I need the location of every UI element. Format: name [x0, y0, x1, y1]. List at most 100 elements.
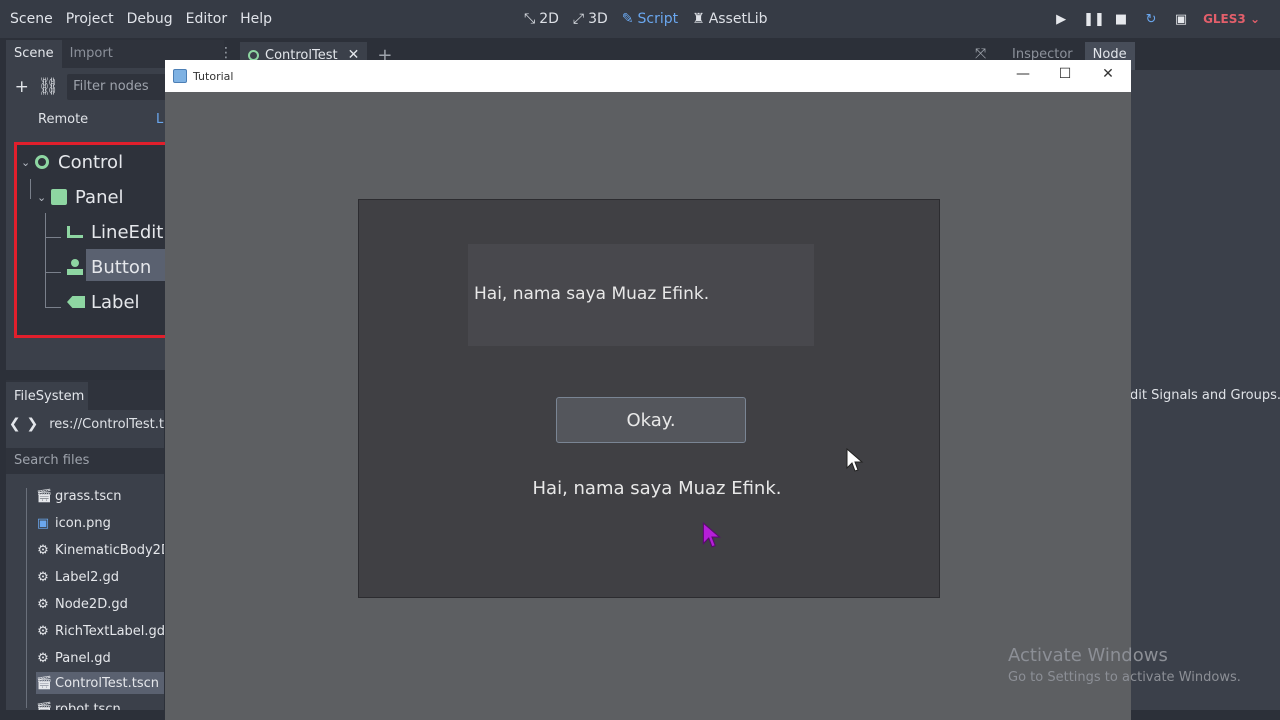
file-item-selected[interactable]: 🎬︎ ControlTest.tscn [36, 672, 164, 694]
search-files-input[interactable]: Search files [6, 448, 164, 474]
file-item[interactable]: ⚙ Label2.gd [36, 566, 119, 588]
watermark-title: Activate Windows [1008, 645, 1168, 666]
tree-guide [45, 237, 61, 238]
tab-filesystem[interactable]: FileSystem [6, 382, 88, 410]
node-dock-hint: dit Signals and Groups. [1130, 388, 1280, 403]
window-titlebar[interactable]: Tutorial — ☐ ✕ [165, 60, 1131, 92]
gear-icon: ⚙ [37, 650, 49, 666]
reload-icon[interactable]: ↻ [1143, 12, 1159, 27]
tree-node-label: Panel [75, 186, 124, 208]
control-node-icon [35, 155, 49, 169]
tab-scene[interactable]: Scene [6, 40, 62, 68]
window-title: Tutorial [193, 69, 234, 83]
remote-tab[interactable]: Remote [38, 112, 88, 127]
stop-icon[interactable]: ■ [1113, 12, 1129, 27]
button-node-icon [67, 259, 83, 275]
workspace-3d-label: 3D [588, 11, 608, 27]
renderer-select[interactable]: GLES3 ⌄ [1203, 12, 1260, 26]
tab-import[interactable]: Import [62, 40, 121, 68]
file-item[interactable]: ⚙ RichTextLabel.gd [36, 620, 164, 642]
line-edit-text: Hai, nama saya Muaz Efink. [474, 284, 710, 304]
file-name: robot.tscn [55, 701, 121, 711]
tree-node-control[interactable]: ⌄ Control [21, 147, 123, 177]
pause-icon[interactable]: ❚❚ [1083, 12, 1105, 27]
tree-node-lineedit[interactable]: LineEdit [67, 217, 163, 247]
add-node-icon[interactable]: + [11, 77, 33, 97]
file-name: Node2D.gd [55, 596, 128, 612]
game-panel: Hai, nama saya Muaz Efink. Okay. Hai, na… [358, 199, 940, 598]
scene-icon: 🎬︎ [36, 675, 53, 691]
workspace-switcher: ⤡ 2D ⤢ 3D ✎ Script ♜ AssetLib [524, 0, 768, 38]
menu-editor[interactable]: Editor [186, 11, 227, 27]
watermark-subtitle: Go to Settings to activate Windows. [1008, 670, 1241, 685]
local-tab[interactable]: L [156, 112, 163, 127]
gear-icon: ⚙ [37, 569, 49, 585]
tree-node-button[interactable]: Button [67, 252, 151, 282]
filesystem-path-bar: ❮ ❯ res://ControlTest.t [6, 416, 164, 432]
file-item[interactable]: 🎬︎ robot.tscn [36, 698, 121, 711]
panel-node-icon [51, 189, 67, 205]
file-name: Label2.gd [55, 569, 119, 585]
file-item[interactable]: ⚙ Panel.gd [36, 647, 111, 669]
tree-guide [26, 488, 27, 708]
movie-icon[interactable]: ▣ [1173, 12, 1189, 27]
activate-windows-watermark: Activate Windows Go to Settings to activ… [1008, 645, 1241, 685]
file-item[interactable]: ▣ icon.png [36, 512, 111, 534]
script-icon: ✎ [621, 11, 634, 27]
menu-project[interactable]: Project [66, 11, 114, 27]
tree-guide [30, 179, 31, 199]
mouse-cursor-icon [846, 448, 864, 472]
workspace-assetlib-button[interactable]: ♜ AssetLib [692, 11, 767, 27]
file-name: icon.png [55, 515, 111, 531]
menu-debug[interactable]: Debug [127, 11, 173, 27]
tree-guide [45, 272, 61, 273]
chevron-left-icon[interactable]: ❮ [6, 416, 24, 432]
run-toolbar: ▶ ❚❚ ■ ↻ ▣ GLES3 ⌄ [1053, 0, 1260, 38]
gear-icon: ⚙ [37, 623, 49, 639]
scene-icon: 🎬︎ [36, 488, 53, 504]
filesystem-dock: FileSystem ❮ ❯ res://ControlTest.t Searc… [6, 380, 164, 710]
menu-scene[interactable]: Scene [10, 11, 53, 27]
chevron-down-icon[interactable]: ⌄ [21, 156, 35, 169]
okay-button[interactable]: Okay. [556, 397, 746, 443]
app-icon [173, 69, 187, 83]
close-icon[interactable]: ✕ [1093, 66, 1123, 82]
image-icon: ▣ [36, 515, 50, 531]
play-icon[interactable]: ▶ [1053, 12, 1069, 27]
chevron-down-icon: ⌄ [1249, 12, 1260, 26]
file-item[interactable]: 🎬︎ grass.tscn [36, 485, 122, 507]
gear-icon: ⚙ [37, 542, 49, 558]
control-node-icon [248, 49, 259, 61]
tree-guide [45, 213, 46, 307]
workspace-script-button[interactable]: ✎ Script [622, 11, 678, 27]
file-item[interactable]: ⚙ KinematicBody2D [36, 539, 164, 561]
workspace-2d-label: 2D [539, 11, 559, 27]
renderer-label: GLES3 [1203, 12, 1246, 26]
workspace-3d-button[interactable]: ⤢ 3D [573, 11, 608, 27]
tree-node-label: Button [91, 256, 152, 278]
line-edit-field[interactable]: Hai, nama saya Muaz Efink. [468, 244, 814, 346]
tree-node-label[interactable]: Label [67, 287, 140, 317]
workspace-2d-button[interactable]: ⤡ 2D [524, 11, 559, 27]
minimize-icon[interactable]: — [1008, 66, 1038, 82]
okay-button-label: Okay. [626, 409, 676, 431]
gear-icon: ⚙ [37, 596, 49, 612]
link-icon[interactable]: ⛓ [38, 77, 60, 97]
path-field[interactable]: res://ControlTest.t [49, 417, 164, 432]
game-window: Tutorial — ☐ ✕ Hai, nama saya Muaz Efink… [165, 60, 1131, 720]
tree-node-label: Control [58, 151, 124, 173]
tree-node-panel[interactable]: ⌄ Panel [37, 182, 124, 212]
tree-node-label: LineEdit [91, 221, 164, 243]
file-name: grass.tscn [55, 488, 122, 504]
file-name: Panel.gd [55, 650, 111, 666]
menu-help[interactable]: Help [240, 11, 272, 27]
chevron-right-icon[interactable]: ❯ [24, 416, 42, 432]
tree-guide [45, 307, 61, 308]
tree-node-label: Label [91, 291, 140, 313]
file-item[interactable]: ⚙ Node2D.gd [36, 593, 128, 615]
file-name: ControlTest.tscn [55, 675, 159, 691]
workspace-assetlib-label: AssetLib [708, 11, 768, 27]
file-name: KinematicBody2D [55, 542, 164, 558]
maximize-icon[interactable]: ☐ [1050, 66, 1080, 82]
chevron-down-icon[interactable]: ⌄ [37, 191, 51, 204]
